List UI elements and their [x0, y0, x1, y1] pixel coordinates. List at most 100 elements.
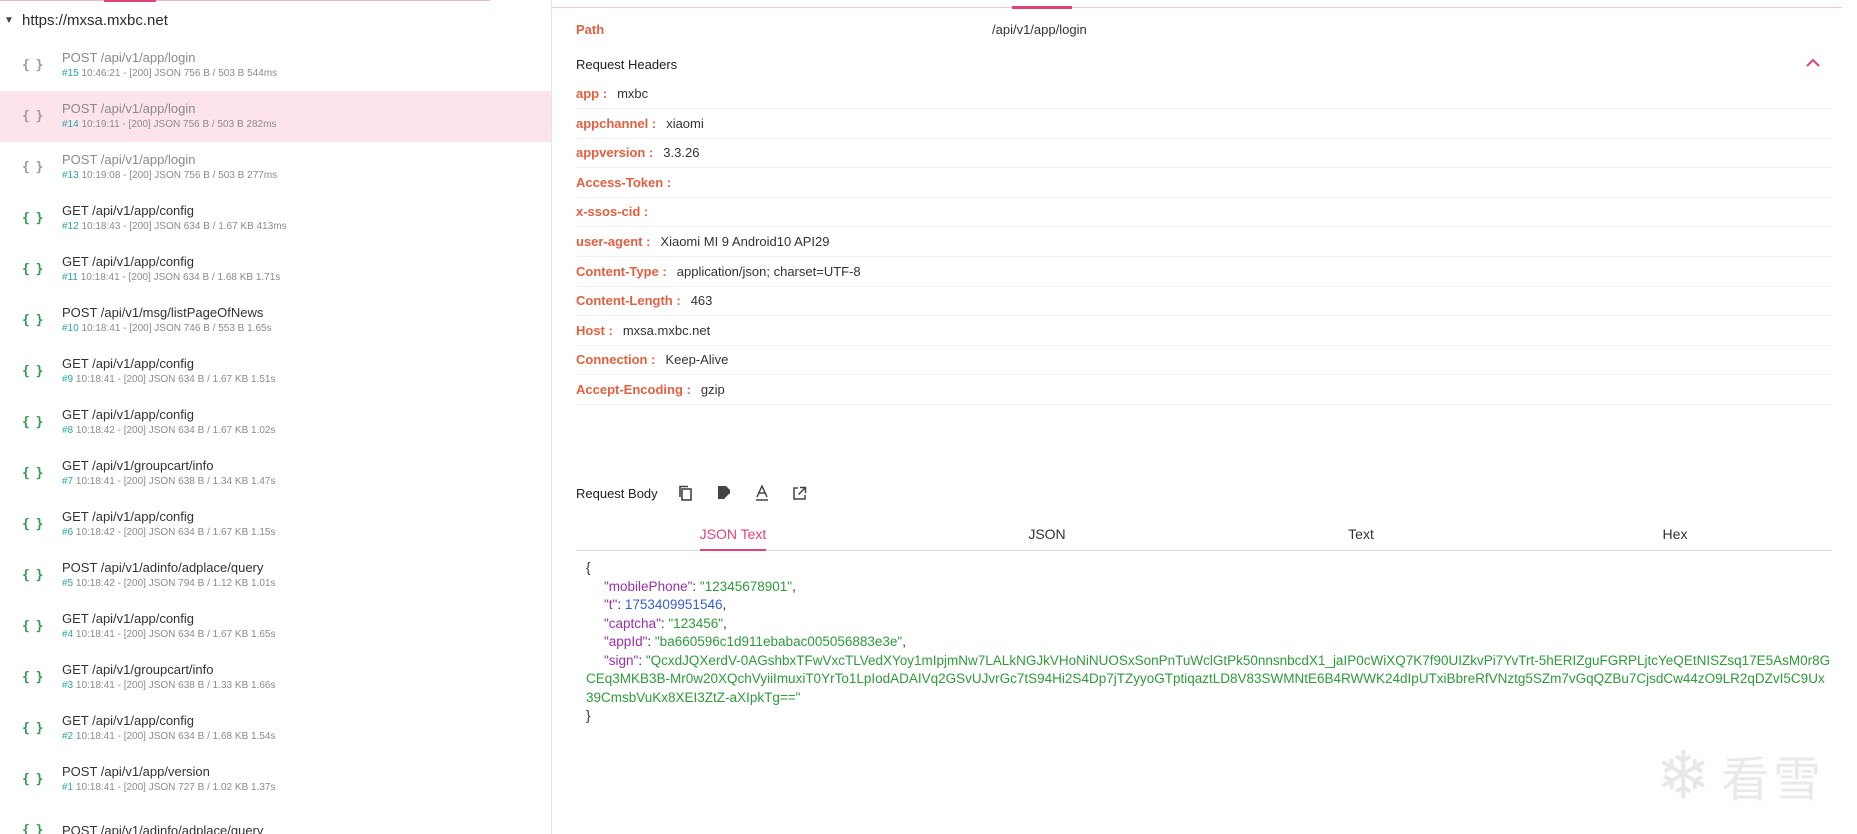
request-method-path: GET /api/v1/app/config: [62, 407, 195, 422]
request-stats: 10:18:42 - [200] JSON 634 B / 1.67 KB 1.…: [75, 527, 276, 538]
chevron-up-icon[interactable]: [1806, 55, 1820, 73]
request-number: #15: [62, 68, 79, 79]
json-open-brace: {: [586, 560, 591, 575]
header-value: mxbc: [617, 86, 649, 101]
top-accent: [104, 0, 156, 2]
header-value: 463: [690, 293, 713, 309]
request-number: #10: [62, 323, 79, 334]
body-title: Request Body: [576, 485, 658, 501]
request-meta: #9 10:18:41 - [200] JSON 634 B / 1.67 KB…: [62, 372, 275, 388]
header-row: x-ssos-cid :: [576, 197, 1832, 228]
host-label: https://mxsa.mxbc.net: [22, 11, 168, 29]
header-row: appversion : 3.3.26: [576, 138, 1832, 169]
request-item[interactable]: { } GET /api/v1/app/config #11 10:18:41 - …: [0, 244, 551, 295]
header-key: Accept-Encoding :: [576, 382, 691, 397]
tab-text[interactable]: Text: [1204, 517, 1518, 550]
json-line-mobilephone: "mobilePhone": "12345678901",: [604, 578, 796, 594]
request-method-path: GET /api/v1/groupcart/info: [62, 458, 214, 473]
edit-note-icon[interactable]: [716, 485, 732, 501]
header-value: xiaomi: [666, 115, 704, 131]
host-node[interactable]: ▼ https://mxsa.mxbc.net: [0, 0, 551, 40]
request-method-path: GET /api/v1/app/config: [62, 509, 195, 524]
header-row: Host : mxsa.mxbc.net: [576, 316, 1832, 346]
request-item[interactable]: { } GET /api/v1/groupcart/info #7 10:18:41…: [0, 448, 551, 499]
header-key: appchannel :: [576, 115, 657, 131]
json-braces-icon: { }: [22, 619, 43, 634]
request-method-path: GET /api/v1/app/config: [62, 356, 195, 371]
request-item[interactable]: { } GET /api/v1/app/config #2 10:18:41 - […: [0, 703, 551, 754]
path-label: Path: [576, 21, 605, 37]
request-item[interactable]: { } POST /api/v1/app/login #15 10:46:21 - …: [0, 40, 551, 91]
request-stats: 10:19:08 - [200] JSON 756 B / 503 B 277m…: [81, 170, 278, 181]
request-item[interactable]: { } GET /api/v1/app/config #6 10:18:42 - […: [0, 499, 551, 550]
json-close-brace: }: [586, 708, 591, 723]
header-key: Content-Length :: [576, 293, 681, 309]
request-item[interactable]: { } GET /api/v1/app/config #4 10:18:41 - […: [0, 601, 551, 652]
json-line-sign: "sign": "QcxdJQXerdV-0AGshbxTFwVxcTLVedX…: [586, 652, 1831, 705]
header-row: app : mxbc: [576, 79, 1832, 109]
request-stats: 10:19:11 - [200] JSON 756 B / 503 B 282m…: [81, 119, 277, 130]
request-method-path: GET /api/v1/app/config: [62, 254, 195, 269]
request-method-path: GET /api/v1/app/config: [62, 713, 195, 728]
request-stats: 10:18:41 - [200] JSON 727 B / 1.02 KB 1.…: [75, 782, 276, 793]
request-item[interactable]: { } GET /api/v1/app/config #12 10:18:43 - …: [0, 193, 551, 244]
header-value: Xiaomi MI 9 Android10 API29: [660, 234, 830, 249]
copy-icon[interactable]: [678, 485, 694, 501]
request-meta: #12 10:18:43 - [200] JSON 634 B / 1.67 K…: [62, 219, 287, 235]
request-meta: #4 10:18:41 - [200] JSON 634 B / 1.67 KB…: [62, 627, 275, 643]
request-method-path: POST /api/v1/app/version: [62, 764, 210, 779]
json-braces-icon: { }: [22, 160, 43, 175]
json-braces-icon: { }: [22, 211, 43, 226]
request-number: #11: [62, 272, 78, 283]
request-item[interactable]: { } POST /api/v1/app/login #13 10:19:08 - …: [0, 142, 551, 193]
json-body-viewer[interactable]: { "mobilePhone": "12345678901", "t": 175…: [576, 559, 1832, 726]
request-meta: #14 10:19:11 - [200] JSON 756 B / 503 B …: [62, 117, 276, 133]
request-item[interactable]: { } POST /api/v1/app/version #1 10:18:41 -…: [0, 754, 551, 805]
request-item[interactable]: { } POST /api/v1/adinfo/adplace/query: [0, 805, 551, 834]
tab-json[interactable]: JSON: [890, 517, 1204, 550]
json-line-captcha: "captcha": "123456",: [604, 615, 727, 631]
request-method-path: GET /api/v1/app/config: [62, 203, 195, 218]
request-method-path: POST /api/v1/app/login: [62, 152, 196, 167]
header-row: Access-Token :: [576, 168, 1832, 198]
request-meta: #15 10:46:21 - [200] JSON 756 B / 503 B …: [62, 66, 277, 82]
request-stats: 10:18:41 - [200] JSON 746 B / 553 B 1.65…: [81, 323, 272, 334]
request-item[interactable]: { } GET /api/v1/groupcart/info #3 10:18:41…: [0, 652, 551, 703]
request-number: #9: [62, 374, 74, 385]
request-item[interactable]: { } GET /api/v1/app/config #9 10:18:41 - […: [0, 346, 551, 397]
request-meta: #7 10:18:41 - [200] JSON 638 B / 1.34 KB…: [62, 474, 275, 490]
json-braces-icon: { }: [22, 721, 43, 736]
path-value: /api/v1/app/login: [992, 21, 1087, 37]
tab-json-text[interactable]: JSON Text: [576, 517, 890, 550]
top-divider: [0, 0, 490, 1]
snowflake-logo-icon: ❄: [1655, 738, 1711, 812]
tab-hex[interactable]: Hex: [1518, 517, 1832, 550]
request-stats: 10:18:42 - [200] JSON 634 B / 1.67 KB 1.…: [75, 425, 276, 436]
request-item[interactable]: { } POST /api/v1/adinfo/adplace/query #5 1…: [0, 550, 551, 601]
headers-section-header[interactable]: Request Headers: [576, 47, 1832, 81]
header-row: Connection : Keep-Alive: [576, 345, 1832, 376]
header-value: application/json; charset=UTF-8: [676, 263, 861, 279]
request-meta: #3 10:18:41 - [200] JSON 638 B / 1.33 KB…: [62, 678, 275, 694]
header-row: appchannel : xiaomi: [576, 109, 1832, 139]
request-item[interactable]: { } GET /api/v1/app/config #8 10:18:42 - […: [0, 397, 551, 448]
text-format-icon[interactable]: [754, 485, 770, 501]
open-external-icon[interactable]: [792, 485, 808, 501]
request-item[interactable]: { } POST /api/v1/app/login #14 10:19:11 - …: [0, 91, 551, 142]
request-stats: 10:18:41 - [200] JSON 634 B / 1.68 KB 1.…: [80, 272, 281, 283]
json-braces-icon: { }: [22, 568, 43, 583]
caret-down-icon[interactable]: ▼: [4, 15, 18, 26]
request-meta: #13 10:19:08 - [200] JSON 756 B / 503 B …: [62, 168, 277, 184]
request-number: #6: [62, 527, 74, 538]
json-braces-icon: { }: [22, 466, 43, 481]
request-method-path: POST /api/v1/app/login: [62, 50, 196, 65]
request-detail-panel: Path /api/v1/app/login Request Headers a…: [552, 0, 1857, 834]
body-section-header: Request Body: [576, 476, 1832, 510]
json-braces-icon: { }: [22, 364, 43, 379]
request-number: #1: [62, 782, 74, 793]
header-key: Connection :: [576, 352, 656, 368]
json-braces-icon: { }: [22, 58, 43, 73]
watermark-text: 看雪: [1720, 754, 1825, 807]
header-row: user-agent : Xiaomi MI 9 Android10 API29: [576, 227, 1832, 257]
request-item[interactable]: { } POST /api/v1/msg/listPageOfNews #10 10…: [0, 295, 551, 346]
